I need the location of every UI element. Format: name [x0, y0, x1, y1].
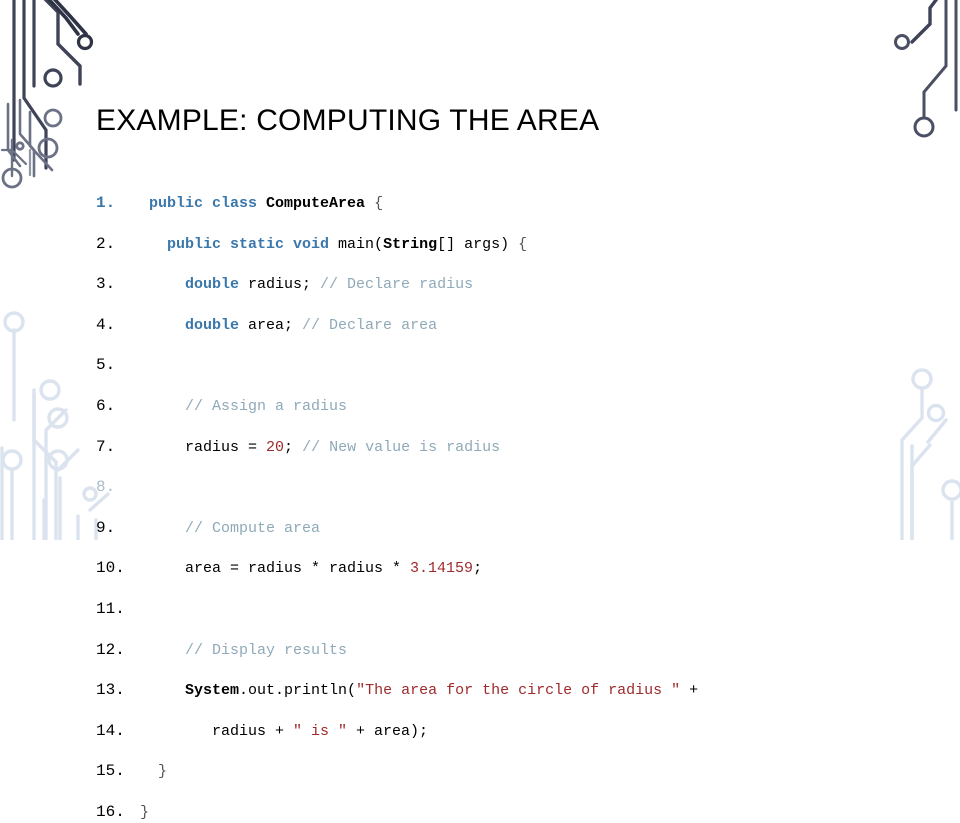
code-token-num: 20: [266, 438, 285, 456]
code-token-cls: System: [185, 682, 240, 700]
code-token-cmt: // Display results: [185, 641, 348, 659]
code-token-cmt: // Compute area: [185, 519, 321, 537]
code-token-pln: [140, 276, 185, 293]
code-line: 9. // Compute area: [96, 518, 886, 538]
code-line-number: 14.: [96, 721, 125, 740]
code-token-pln: ;: [284, 438, 303, 456]
code-line-number: 6.: [96, 396, 116, 415]
code-line-number: 16.: [96, 802, 125, 821]
code-token-pln: .out.println(: [239, 682, 357, 700]
code-token-kw: public static void: [167, 235, 339, 253]
code-line-number: 8.: [96, 478, 116, 497]
code-token-pln: radius +: [140, 722, 294, 740]
code-token-pln: [140, 195, 149, 212]
code-line-number: 10.: [96, 559, 125, 578]
code-line: 12. // Display results: [96, 640, 886, 660]
code-token-pln: [140, 520, 185, 537]
code-line-number: 1.: [96, 194, 116, 212]
code-line: 4. double area; // Declare area: [96, 315, 886, 335]
code-line: 15. }: [96, 761, 886, 781]
code-listing: 1. public class ComputeArea { 2. public …: [96, 193, 886, 822]
code-line-number: 7.: [96, 437, 116, 456]
code-line-number: 13.: [96, 681, 125, 700]
code-line-number: 2.: [96, 234, 116, 253]
code-token-cmt: // Declare radius: [320, 276, 474, 294]
slide-canvas: EXAMPLE: COMPUTING THE AREA 1. public cl…: [0, 0, 960, 821]
code-line: 1. public class ComputeArea {: [96, 193, 886, 213]
code-token-pln: [140, 236, 167, 253]
code-line: 2. public static void main(String[] args…: [96, 234, 886, 254]
code-token-pln: main(: [338, 235, 384, 253]
code-token-cls: String: [383, 235, 438, 253]
page-title: EXAMPLE: COMPUTING THE AREA: [96, 104, 600, 138]
code-token-brc: }: [158, 763, 168, 781]
code-token-pln: [140, 682, 185, 699]
code-token-pln: radius =: [140, 438, 267, 456]
code-token-pln: + area);: [347, 722, 429, 740]
code-token-pln: radius;: [239, 276, 321, 294]
code-token-brc: }: [140, 803, 150, 821]
code-token-pln: [140, 398, 185, 415]
code-line-number: 15.: [96, 762, 125, 781]
code-token-pln: area;: [239, 316, 303, 334]
code-line: 11.: [96, 599, 886, 619]
code-line: 10. area = radius * radius * 3.14159;: [96, 558, 886, 578]
code-token-pln: [140, 763, 158, 780]
code-line: 5.: [96, 355, 886, 375]
code-token-pln: [365, 195, 374, 212]
code-token-pln: +: [680, 682, 699, 700]
code-line-number: 4.: [96, 315, 116, 334]
code-line-number: 11.: [96, 599, 125, 618]
code-token-kw: double: [185, 316, 240, 334]
code-token-brc: {: [374, 195, 384, 212]
code-line-number: 3.: [96, 275, 116, 294]
code-token-kw: double: [185, 276, 240, 294]
code-token-pln: [140, 642, 185, 659]
code-token-cmt: // Assign a radius: [185, 397, 348, 415]
code-token-pln: [140, 317, 185, 334]
code-line: 14. radius + " is " + area);: [96, 721, 886, 741]
code-line: 13. System.out.println("The area for the…: [96, 680, 886, 700]
code-token-cmt: // Declare area: [302, 316, 438, 334]
code-line: 7. radius = 20; // New value is radius: [96, 437, 886, 457]
code-token-pln: [] args): [437, 235, 519, 253]
code-line: 8.: [96, 477, 886, 497]
code-token-cmt: // New value is radius: [302, 438, 501, 456]
code-token-brc: {: [518, 235, 528, 253]
code-line-number: 12.: [96, 640, 125, 659]
code-token-cls: ComputeArea: [266, 195, 366, 212]
code-token-num: 3.14159: [410, 560, 474, 578]
code-token-str: " is ": [293, 722, 348, 740]
code-token-str: "The area for the circle of radius ": [356, 682, 681, 700]
code-line: 6. // Assign a radius: [96, 396, 886, 416]
code-line-number: 5.: [96, 356, 116, 375]
code-token-pln: ;: [473, 560, 483, 578]
code-token-pln: area = radius * radius *: [140, 560, 411, 578]
code-token-kw: public class: [149, 195, 267, 212]
code-line: 16.}: [96, 802, 886, 822]
code-line-number: 9.: [96, 518, 116, 537]
code-line: 3. double radius; // Declare radius: [96, 274, 886, 294]
